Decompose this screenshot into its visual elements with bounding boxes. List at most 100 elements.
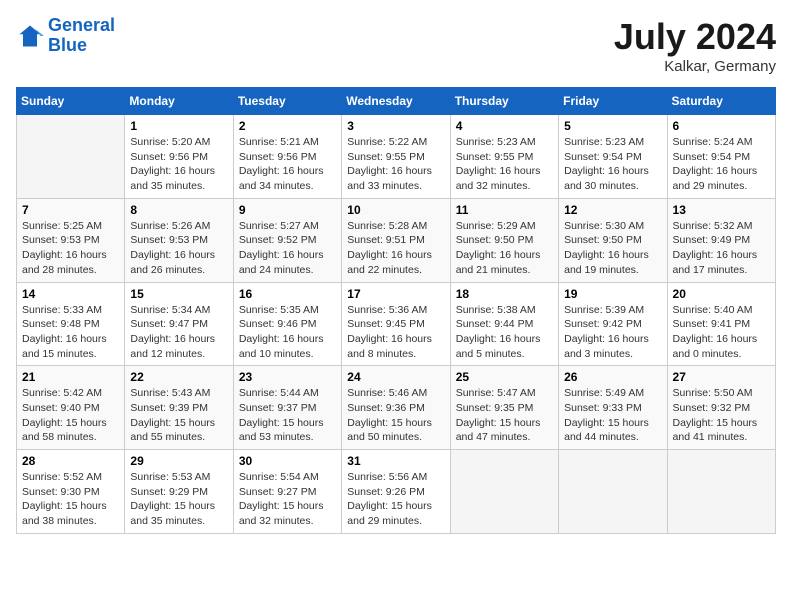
- header-friday: Friday: [559, 88, 667, 115]
- day-info: Sunrise: 5:29 AM Sunset: 9:50 PM Dayligh…: [456, 219, 553, 278]
- day-info: Sunrise: 5:54 AM Sunset: 9:27 PM Dayligh…: [239, 470, 336, 529]
- day-number: 1: [130, 119, 227, 133]
- calendar-cell: 6 Sunrise: 5:24 AM Sunset: 9:54 PM Daylig…: [667, 115, 775, 199]
- header-tuesday: Tuesday: [233, 88, 341, 115]
- header-sunday: Sunday: [17, 88, 125, 115]
- day-info: Sunrise: 5:42 AM Sunset: 9:40 PM Dayligh…: [22, 386, 119, 445]
- calendar-cell: 10 Sunrise: 5:28 AM Sunset: 9:51 PM Dayli…: [342, 198, 450, 282]
- day-number: 28: [22, 454, 119, 468]
- day-info: Sunrise: 5:40 AM Sunset: 9:41 PM Dayligh…: [673, 303, 770, 362]
- logo: General Blue: [16, 16, 115, 56]
- day-info: Sunrise: 5:35 AM Sunset: 9:46 PM Dayligh…: [239, 303, 336, 362]
- header-wednesday: Wednesday: [342, 88, 450, 115]
- calendar-cell: 13Sunrise: 5:32 AM Sunset: 9:49 PM Dayli…: [667, 198, 775, 282]
- calendar-cell: 12 Sunrise: 5:30 AM Sunset: 9:50 PM Dayli…: [559, 198, 667, 282]
- calendar-cell: 2 Sunrise: 5:21 AM Sunset: 9:56 PM Daylig…: [233, 115, 341, 199]
- day-number: 19: [564, 287, 661, 301]
- day-number: 4: [456, 119, 553, 133]
- calendar-cell: 20 Sunrise: 5:40 AM Sunset: 9:41 PM Dayli…: [667, 282, 775, 366]
- day-info: Sunrise: 5:39 AM Sunset: 9:42 PM Dayligh…: [564, 303, 661, 362]
- day-number: 15: [130, 287, 227, 301]
- day-number: 16: [239, 287, 336, 301]
- header-monday: Monday: [125, 88, 233, 115]
- logo-icon: [16, 22, 44, 50]
- day-info: Sunrise: 5:20 AM Sunset: 9:56 PM Dayligh…: [130, 135, 227, 194]
- calendar-cell: [17, 115, 125, 199]
- calendar-cell: [667, 450, 775, 534]
- day-number: 6: [673, 119, 770, 133]
- calendar-table: SundayMondayTuesdayWednesdayThursdayFrid…: [16, 87, 776, 534]
- calendar-cell: 29 Sunrise: 5:53 AM Sunset: 9:29 PM Dayli…: [125, 450, 233, 534]
- week-row-2: 7 Sunrise: 5:25 AM Sunset: 9:53 PM Daylig…: [17, 198, 776, 282]
- header-saturday: Saturday: [667, 88, 775, 115]
- day-number: 13: [673, 203, 770, 217]
- calendar-cell: 27 Sunrise: 5:50 AM Sunset: 9:32 PM Dayli…: [667, 366, 775, 450]
- day-number: 30: [239, 454, 336, 468]
- calendar-cell: 4 Sunrise: 5:23 AM Sunset: 9:55 PM Daylig…: [450, 115, 558, 199]
- day-number: 24: [347, 370, 444, 384]
- calendar-cell: 25Sunrise: 5:47 AM Sunset: 9:35 PM Dayli…: [450, 366, 558, 450]
- day-info: Sunrise: 5:21 AM Sunset: 9:56 PM Dayligh…: [239, 135, 336, 194]
- day-info: Sunrise: 5:22 AM Sunset: 9:55 PM Dayligh…: [347, 135, 444, 194]
- day-number: 17: [347, 287, 444, 301]
- day-number: 20: [673, 287, 770, 301]
- header-thursday: Thursday: [450, 88, 558, 115]
- day-info: Sunrise: 5:46 AM Sunset: 9:36 PM Dayligh…: [347, 386, 444, 445]
- day-info: Sunrise: 5:30 AM Sunset: 9:50 PM Dayligh…: [564, 219, 661, 278]
- day-info: Sunrise: 5:44 AM Sunset: 9:37 PM Dayligh…: [239, 386, 336, 445]
- day-info: Sunrise: 5:23 AM Sunset: 9:55 PM Dayligh…: [456, 135, 553, 194]
- day-info: Sunrise: 5:33 AM Sunset: 9:48 PM Dayligh…: [22, 303, 119, 362]
- calendar-cell: 9 Sunrise: 5:27 AM Sunset: 9:52 PM Daylig…: [233, 198, 341, 282]
- day-info: Sunrise: 5:53 AM Sunset: 9:29 PM Dayligh…: [130, 470, 227, 529]
- calendar-cell: 1 Sunrise: 5:20 AM Sunset: 9:56 PM Daylig…: [125, 115, 233, 199]
- day-number: 29: [130, 454, 227, 468]
- day-info: Sunrise: 5:50 AM Sunset: 9:32 PM Dayligh…: [673, 386, 770, 445]
- calendar-cell: 22Sunrise: 5:43 AM Sunset: 9:39 PM Dayli…: [125, 366, 233, 450]
- week-row-1: 1 Sunrise: 5:20 AM Sunset: 9:56 PM Daylig…: [17, 115, 776, 199]
- title-block: July 2024 Kalkar, Germany: [614, 16, 776, 75]
- day-number: 9: [239, 203, 336, 217]
- day-info: Sunrise: 5:27 AM Sunset: 9:52 PM Dayligh…: [239, 219, 336, 278]
- days-header-row: SundayMondayTuesdayWednesdayThursdayFrid…: [17, 88, 776, 115]
- calendar-cell: [559, 450, 667, 534]
- day-number: 27: [673, 370, 770, 384]
- calendar-cell: 5 Sunrise: 5:23 AM Sunset: 9:54 PM Daylig…: [559, 115, 667, 199]
- calendar-cell: 18Sunrise: 5:38 AM Sunset: 9:44 PM Dayli…: [450, 282, 558, 366]
- calendar-cell: 14 Sunrise: 5:33 AM Sunset: 9:48 PM Dayli…: [17, 282, 125, 366]
- day-info: Sunrise: 5:23 AM Sunset: 9:54 PM Dayligh…: [564, 135, 661, 194]
- calendar-cell: 15Sunrise: 5:34 AM Sunset: 9:47 PM Dayli…: [125, 282, 233, 366]
- day-info: Sunrise: 5:38 AM Sunset: 9:44 PM Dayligh…: [456, 303, 553, 362]
- day-number: 31: [347, 454, 444, 468]
- day-info: Sunrise: 5:26 AM Sunset: 9:53 PM Dayligh…: [130, 219, 227, 278]
- day-info: Sunrise: 5:24 AM Sunset: 9:54 PM Dayligh…: [673, 135, 770, 194]
- day-number: 2: [239, 119, 336, 133]
- calendar-cell: 24 Sunrise: 5:46 AM Sunset: 9:36 PM Dayli…: [342, 366, 450, 450]
- day-number: 10: [347, 203, 444, 217]
- day-number: 12: [564, 203, 661, 217]
- page-header: General Blue July 2024 Kalkar, Germany: [16, 16, 776, 75]
- day-number: 5: [564, 119, 661, 133]
- day-info: Sunrise: 5:49 AM Sunset: 9:33 PM Dayligh…: [564, 386, 661, 445]
- calendar-cell: 31 Sunrise: 5:56 AM Sunset: 9:26 PM Dayli…: [342, 450, 450, 534]
- day-info: Sunrise: 5:25 AM Sunset: 9:53 PM Dayligh…: [22, 219, 119, 278]
- week-row-3: 14 Sunrise: 5:33 AM Sunset: 9:48 PM Dayli…: [17, 282, 776, 366]
- day-number: 22: [130, 370, 227, 384]
- day-number: 11: [456, 203, 553, 217]
- month-title: July 2024: [614, 16, 776, 58]
- day-info: Sunrise: 5:52 AM Sunset: 9:30 PM Dayligh…: [22, 470, 119, 529]
- calendar-cell: 7 Sunrise: 5:25 AM Sunset: 9:53 PM Daylig…: [17, 198, 125, 282]
- day-number: 14: [22, 287, 119, 301]
- calendar-cell: [450, 450, 558, 534]
- day-info: Sunrise: 5:47 AM Sunset: 9:35 PM Dayligh…: [456, 386, 553, 445]
- day-number: 21: [22, 370, 119, 384]
- day-number: 26: [564, 370, 661, 384]
- day-number: 7: [22, 203, 119, 217]
- day-info: Sunrise: 5:28 AM Sunset: 9:51 PM Dayligh…: [347, 219, 444, 278]
- calendar-cell: 26 Sunrise: 5:49 AM Sunset: 9:33 PM Dayli…: [559, 366, 667, 450]
- calendar-cell: 19 Sunrise: 5:39 AM Sunset: 9:42 PM Dayli…: [559, 282, 667, 366]
- day-info: Sunrise: 5:56 AM Sunset: 9:26 PM Dayligh…: [347, 470, 444, 529]
- calendar-cell: 21 Sunrise: 5:42 AM Sunset: 9:40 PM Dayli…: [17, 366, 125, 450]
- day-number: 8: [130, 203, 227, 217]
- calendar-cell: 16 Sunrise: 5:35 AM Sunset: 9:46 PM Dayli…: [233, 282, 341, 366]
- location: Kalkar, Germany: [614, 58, 776, 75]
